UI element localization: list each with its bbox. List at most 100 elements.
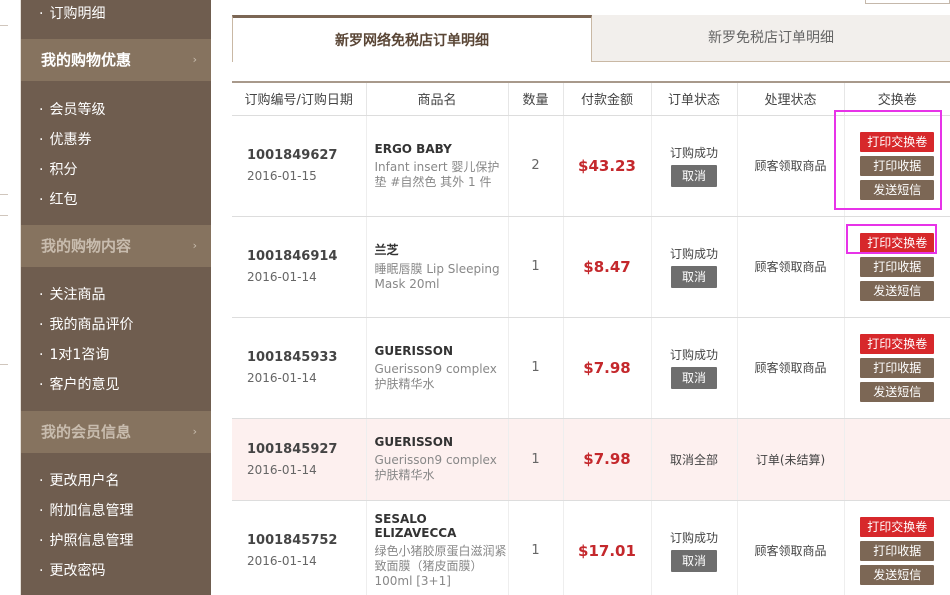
order-date: 2016-01-14 (247, 270, 317, 284)
quantity: 1 (507, 216, 563, 318)
sidebar-item-feedback[interactable]: 客户的意见 (39, 374, 119, 394)
process-status: 顾客领取商品 (754, 361, 827, 375)
orders-table: 订购编号/订购日期 商品名 数量 付款金额 订单状态 处理状态 交换卷 1001… (232, 81, 950, 595)
send-sms-button[interactable]: 发送短信 (860, 381, 935, 402)
order-status: 订购成功 (669, 146, 718, 160)
order-date: 2016-01-14 (247, 554, 317, 568)
payment-amount: $7.98 (583, 450, 631, 468)
sidebar-item-order-details[interactable]: 订购明细 (39, 3, 105, 23)
sidebar-item-change-username[interactable]: 更改用户名 (39, 470, 119, 490)
payment-amount: $7.98 (583, 358, 631, 377)
sidebar-item-member-level[interactable]: 会员等级 (39, 99, 105, 119)
table-header-row: 订购编号/订购日期 商品名 数量 付款金额 订单状态 处理状态 交换卷 (232, 81, 950, 116)
sidebar-item-watchlist[interactable]: 关注商品 (39, 284, 105, 304)
table-row: 1001845752 2016-01-14 SESALO ELIZAVECCA 绿色… (232, 500, 950, 595)
product-brand[interactable]: 兰芝 (375, 241, 508, 258)
chevron-right-icon: › (192, 239, 197, 252)
chevron-right-icon: › (192, 53, 197, 66)
header-payment-amount: 付款金额 (562, 81, 651, 116)
product-brand[interactable]: GUERISSON (375, 435, 508, 449)
order-number[interactable]: 1001845752 (247, 533, 366, 548)
print-receipt-button[interactable]: 打印收据 (860, 357, 935, 378)
top-control-fragment (865, 0, 950, 4)
table-row: 1001845933 2016-01-14 GUERISSON Guerisson9… (232, 317, 950, 419)
table-row: 1001849627 2016-01-15 ERGO BABY Infant ins… (232, 115, 950, 217)
chevron-right-icon: › (192, 425, 197, 438)
product-description[interactable]: Guerisson9 complex 护肤精华水 (375, 362, 508, 392)
sidebar-item-consultation[interactable]: 1对1咨询 (39, 344, 109, 364)
header-order-no-date: 订购编号/订购日期 (232, 81, 366, 116)
print-voucher-button[interactable]: 打印交换卷 (860, 131, 935, 152)
quantity: 1 (507, 317, 563, 419)
order-number[interactable]: 1001845933 (247, 350, 366, 365)
cancel-button[interactable]: 取消 (671, 266, 717, 288)
quantity: 1 (507, 418, 563, 501)
product-description[interactable]: 睡眠唇膜 Lip Sleeping Mask 20ml (375, 262, 508, 292)
process-status: 订单(未结算) (755, 452, 826, 467)
send-sms-button[interactable]: 发送短信 (860, 280, 935, 301)
order-number[interactable]: 1001849627 (247, 148, 366, 163)
sidebar-item-additional-info[interactable]: 附加信息管理 (39, 500, 133, 520)
product-brand[interactable]: GUERISSON (375, 344, 508, 358)
payment-amount: $17.01 (578, 541, 636, 560)
process-status: 顾客领取商品 (754, 159, 827, 173)
print-voucher-button[interactable]: 打印交换卷 (860, 516, 935, 537)
cancel-button[interactable]: 取消 (671, 165, 717, 187)
print-voucher-button[interactable]: 打印交换卷 (860, 333, 935, 354)
process-status: 顾客领取商品 (754, 544, 827, 558)
tab-online-orders[interactable]: 新罗网络免税店订单明细 (232, 15, 592, 62)
sidebar-item-passport-info[interactable]: 护照信息管理 (39, 530, 133, 550)
print-receipt-button[interactable]: 打印收据 (860, 540, 935, 561)
table-row: 1001845927 2016-01-14 GUERISSON Guerisson9… (232, 418, 950, 501)
sidebar-section-member-info[interactable]: 我的会员信息 › (21, 411, 211, 453)
process-status: 顾客领取商品 (754, 260, 827, 274)
sidebar-section-title: 我的购物优惠 (41, 51, 132, 69)
header-product-name: 商品名 (365, 81, 508, 116)
sidebar-section-shopping-benefits[interactable]: 我的购物优惠 › (21, 39, 211, 81)
order-status: 订购成功 (669, 531, 718, 545)
header-order-status: 订单状态 (650, 81, 737, 116)
order-date: 2016-01-14 (247, 462, 317, 477)
empty-voucher-cell (843, 418, 950, 501)
print-receipt-button[interactable]: 打印收据 (860, 256, 935, 277)
header-exchange-voucher: 交换卷 (843, 81, 950, 116)
sidebar-section-shopping-content[interactable]: 我的购物内容 › (21, 225, 211, 267)
sidebar-item-coupons[interactable]: 优惠券 (39, 129, 91, 149)
table-row: 1001846914 2016-01-14 兰芝睡眠唇膜 Lip Sleeping… (232, 216, 950, 318)
product-description[interactable]: Infant insert 婴儿保护垫 #自然色 其外 1 件 (375, 160, 508, 190)
order-status: 订购成功 (669, 348, 718, 362)
left-edge-fragment (0, 25, 8, 195)
sidebar: 订购明细 我的购物优惠 › 会员等级 优惠券 积分 红包 我的购物内容 › 关注… (21, 0, 211, 595)
cancel-button[interactable]: 取消 (671, 367, 717, 389)
send-sms-button[interactable]: 发送短信 (860, 564, 935, 585)
sidebar-section-title: 我的会员信息 (41, 423, 132, 441)
payment-amount: $8.47 (583, 257, 631, 276)
tab-store-orders[interactable]: 新罗免税店订单明细 (592, 15, 950, 62)
quantity: 1 (507, 500, 563, 595)
order-status: 订购成功 (669, 247, 718, 261)
product-brand[interactable]: ERGO BABY (375, 142, 508, 156)
order-date: 2016-01-14 (247, 371, 317, 385)
print-receipt-button[interactable]: 打印收据 (860, 155, 935, 176)
product-description[interactable]: 绿色小猪胶原蛋白滋润紧致面膜（猪皮面膜）100ml [3+1] (375, 544, 508, 589)
cancel-button[interactable]: 取消 (671, 550, 717, 572)
sidebar-section-title: 我的购物内容 (41, 237, 132, 255)
send-sms-button[interactable]: 发送短信 (860, 179, 935, 200)
order-number[interactable]: 1001845927 (247, 442, 366, 457)
order-date: 2016-01-15 (247, 169, 317, 183)
quantity: 2 (507, 115, 563, 217)
product-description[interactable]: Guerisson9 complex 护肤精华水 (375, 453, 508, 483)
left-edge-panel (0, 0, 21, 595)
sidebar-item-change-password[interactable]: 更改密码 (39, 560, 105, 580)
left-edge-fragment (0, 215, 8, 365)
sidebar-item-points[interactable]: 积分 (39, 159, 77, 179)
print-voucher-button[interactable]: 打印交换卷 (860, 232, 935, 253)
main-content: 新罗网络免税店订单明细 新罗免税店订单明细 订购编号/订购日期 商品名 数量 付… (232, 0, 950, 595)
header-process-status: 处理状态 (736, 81, 844, 116)
sidebar-item-red-packets[interactable]: 红包 (39, 189, 77, 209)
product-brand[interactable]: SESALO ELIZAVECCA (375, 512, 508, 540)
order-number[interactable]: 1001846914 (247, 249, 366, 264)
order-status: 取消全部 (669, 452, 718, 467)
sidebar-item-reviews[interactable]: 我的商品评价 (39, 314, 133, 334)
payment-amount: $43.23 (578, 156, 636, 175)
